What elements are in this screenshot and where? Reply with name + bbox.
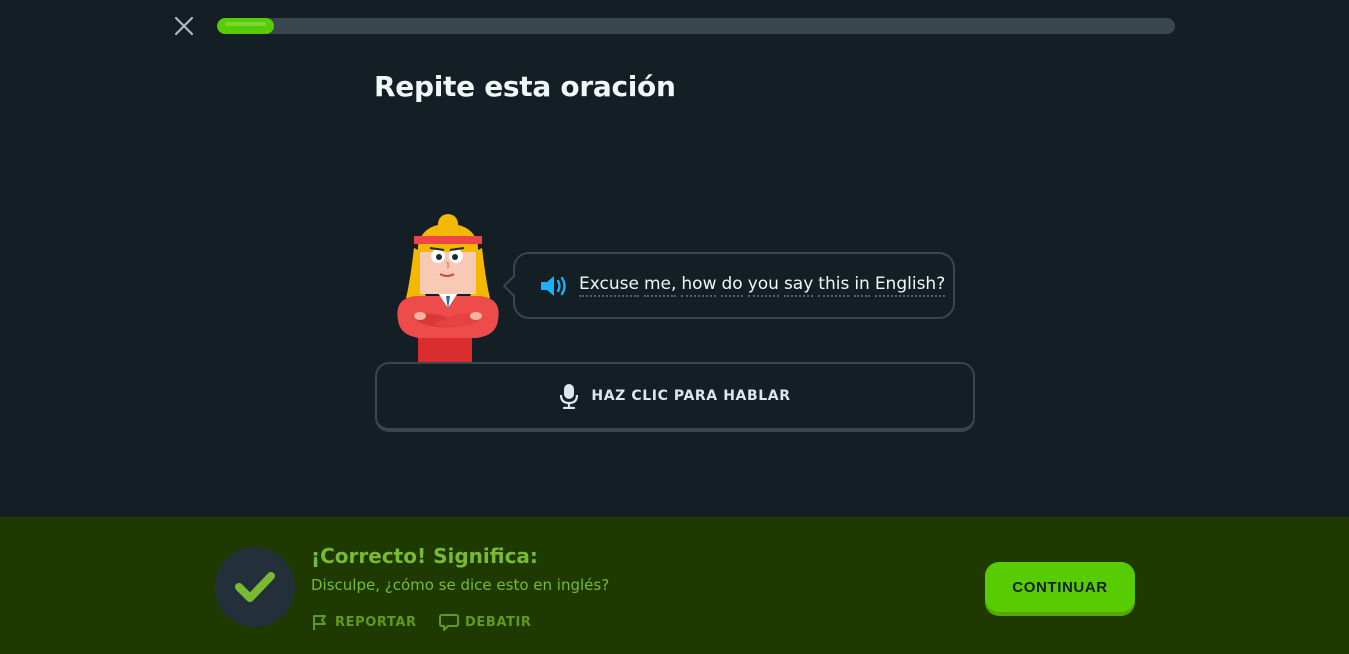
success-badge	[215, 547, 295, 627]
continue-button[interactable]: CONTINUAR	[985, 562, 1135, 612]
word-token[interactable]: in	[854, 274, 870, 297]
report-label: REPORTAR	[335, 614, 417, 630]
word-token[interactable]: say	[783, 274, 814, 297]
close-button[interactable]	[172, 14, 196, 38]
speaker-icon[interactable]	[539, 274, 569, 298]
page-title: Repite esta oración	[374, 70, 676, 103]
feedback-title: ¡Correcto! Significa:	[311, 544, 538, 568]
sentence: Excuse me, how do you say this in Englis…	[579, 274, 950, 297]
word-token[interactable]: English?	[874, 274, 946, 297]
word-token[interactable]: do	[721, 274, 743, 297]
progress-fill	[217, 18, 275, 34]
word-token[interactable]: me,	[643, 274, 677, 297]
discuss-label: DEBATIR	[465, 614, 532, 630]
flag-icon	[313, 615, 326, 630]
character-illustration	[392, 212, 504, 362]
word-token[interactable]: Excuse	[579, 274, 639, 297]
discuss-button[interactable]: DEBATIR	[439, 613, 532, 631]
progress-bar	[217, 18, 1175, 34]
speech-bubble: Excuse me, how do you say this in Englis…	[513, 252, 955, 319]
word-token[interactable]: how	[681, 274, 717, 297]
comment-icon	[439, 614, 459, 631]
checkmark-icon	[235, 572, 275, 602]
feedback-meaning: Disculpe, ¿cómo se dice esto en inglés?	[311, 576, 610, 594]
speak-button-label: HAZ CLIC PARA HABLAR	[591, 388, 791, 404]
word-token[interactable]: you	[747, 274, 779, 297]
speak-button[interactable]: HAZ CLIC PARA HABLAR	[375, 362, 975, 432]
report-button[interactable]: REPORTAR	[311, 613, 417, 631]
word-token[interactable]: this	[818, 274, 850, 297]
close-icon	[174, 16, 194, 36]
microphone-icon	[560, 384, 579, 409]
feedback-panel: ¡Correcto! Significa: Disculpe, ¿cómo se…	[0, 517, 1349, 654]
